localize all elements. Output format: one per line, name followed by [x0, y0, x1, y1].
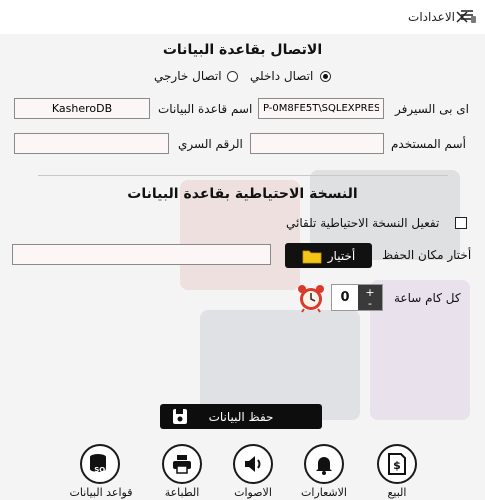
nav-databases-label: قواعد البيانات — [69, 486, 133, 499]
external-connection-radio[interactable] — [227, 71, 238, 82]
svg-text:SQL: SQL — [94, 466, 110, 474]
password-input[interactable] — [14, 133, 169, 154]
database-name-input[interactable] — [14, 98, 150, 119]
internal-connection-label: اتصال داخلي — [250, 69, 314, 83]
sql-database-icon: SQL — [90, 454, 110, 474]
backup-hours-value: 0 — [340, 290, 350, 305]
nav-sounds-label: الاصوات — [234, 486, 272, 499]
folder-icon — [302, 250, 322, 263]
save-data-button[interactable]: حفظ البيانات — [160, 404, 322, 429]
save-disk-icon — [173, 409, 187, 424]
choose-location-label: أختيار — [327, 248, 356, 263]
auto-backup-label: تفعيل النسخة الاحتياطية تلقائي — [286, 216, 440, 230]
nav-printing-button[interactable] — [162, 444, 202, 484]
external-connection-label: اتصال خارجي — [154, 69, 222, 83]
database-name-label: اسم قاعدة البيانات — [158, 102, 253, 116]
save-location-input[interactable] — [12, 244, 271, 265]
connection-section-title: الاتصال بقاعدة البيانات — [162, 42, 323, 58]
nav-sales-label: البيع — [387, 486, 407, 499]
username-label: أسم المستخدم — [391, 137, 466, 151]
backup-section-title: النسخة الاحتياطية بقاعدة البيانات — [127, 186, 358, 202]
auto-backup-checkbox[interactable] — [455, 217, 467, 229]
choose-location-button[interactable]: أختيار — [285, 243, 372, 268]
backup-hours-label: كل كام ساعة — [394, 291, 461, 305]
section-divider — [38, 175, 448, 176]
invoice-dollar-icon: $ — [388, 453, 406, 475]
save-data-label: حفظ البيانات — [208, 409, 274, 424]
stepper-buttons[interactable]: + - — [358, 285, 382, 310]
alarm-clock-icon — [296, 283, 326, 317]
nav-sales-button[interactable]: $ — [377, 444, 417, 484]
internal-connection-radio[interactable] — [320, 71, 331, 82]
nav-databases-button[interactable]: SQL — [80, 444, 120, 484]
backup-hours-stepper[interactable]: 0 + - — [331, 284, 383, 311]
nav-sounds-button[interactable] — [233, 444, 273, 484]
server-ip-label: اى بى السيرفر — [395, 102, 469, 116]
nav-notifications-label: الاشعارات — [301, 486, 347, 499]
decrement-button[interactable]: - — [368, 298, 372, 309]
svg-text:$: $ — [393, 459, 401, 472]
bell-icon — [316, 457, 332, 475]
nav-printing-label: الطباعة — [164, 486, 200, 499]
close-button[interactable] — [452, 7, 472, 27]
window-title: الاعدادات — [408, 10, 455, 24]
speaker-icon — [245, 456, 261, 472]
close-icon — [456, 11, 468, 23]
nav-notifications-button[interactable] — [304, 444, 344, 484]
server-ip-input[interactable] — [258, 98, 384, 119]
password-label: الرقم السري — [178, 137, 243, 151]
save-location-label: أختار مكان الحفظ — [382, 248, 472, 262]
increment-button[interactable]: + — [365, 287, 374, 298]
username-input[interactable] — [250, 133, 384, 154]
printer-icon — [173, 455, 191, 474]
